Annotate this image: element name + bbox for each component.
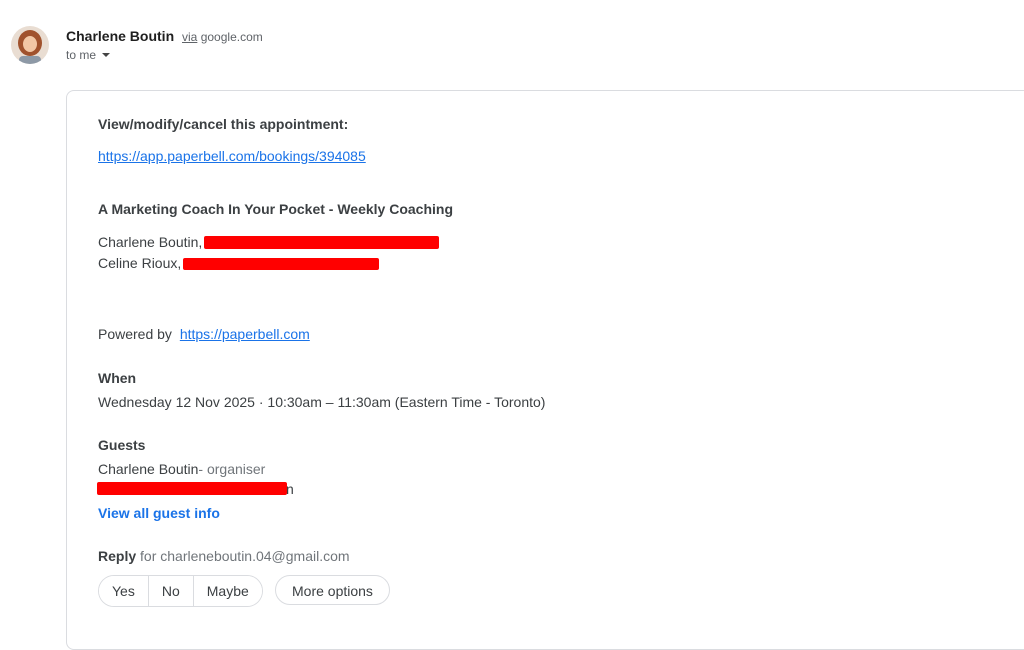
participant-2: Celine Rioux, [98,255,182,271]
via-indicator: via google.com [182,30,263,44]
recipient-dropdown[interactable]: to me [66,48,111,62]
guest-name: Charlene Boutin [98,461,199,477]
view-all-guest-info-link[interactable]: View all guest info [98,503,220,523]
view-modify-label: View/modify/cancel this appointment: [98,116,349,132]
booking-link[interactable]: https://app.paperbell.com/bookings/39408… [98,146,366,166]
guests-label: Guests [98,437,146,453]
guest-role: - organiser [198,461,266,477]
participant-1: Charlene Boutin, [98,234,203,250]
when-label: When [98,370,137,386]
more-options-button[interactable]: More options [275,575,390,605]
recipient-label: to me [66,48,97,62]
via-domain: google.com [200,30,263,44]
redaction-bar [97,482,287,495]
sender-header: Charlene Boutin via google.com [66,28,263,44]
redaction-bar [183,258,379,270]
powered-by-label: Powered by [98,326,172,342]
powered-by: Powered by https://paperbell.com [98,324,310,344]
via-link[interactable]: via [182,30,197,44]
event-title: A Marketing Coach In Your Pocket - Weekl… [98,201,454,217]
rsvp-maybe-button[interactable]: Maybe [192,576,262,606]
when-value: Wednesday 12 Nov 2025 · 10:30am – 11:30a… [98,394,546,410]
rsvp-yes-button[interactable]: Yes [99,576,148,606]
sender-avatar[interactable] [11,26,49,64]
rsvp-no-button[interactable]: No [147,576,193,606]
redaction-bar [204,236,439,249]
sender-name: Charlene Boutin [66,28,175,44]
avatar-photo [11,26,49,64]
guest-organiser: Charlene Boutin- organiser [98,459,265,479]
guest-2-tail: n [286,481,294,497]
caret-down-icon [102,53,111,57]
reply-label: Reply [98,548,137,564]
message-card [66,90,1024,650]
reply-for: for charleneboutin.04@gmail.com [140,548,350,564]
rsvp-group: Yes No Maybe [98,575,263,607]
paperbell-link[interactable]: https://paperbell.com [180,326,310,342]
reply-line: Reply for charleneboutin.04@gmail.com [98,546,350,566]
